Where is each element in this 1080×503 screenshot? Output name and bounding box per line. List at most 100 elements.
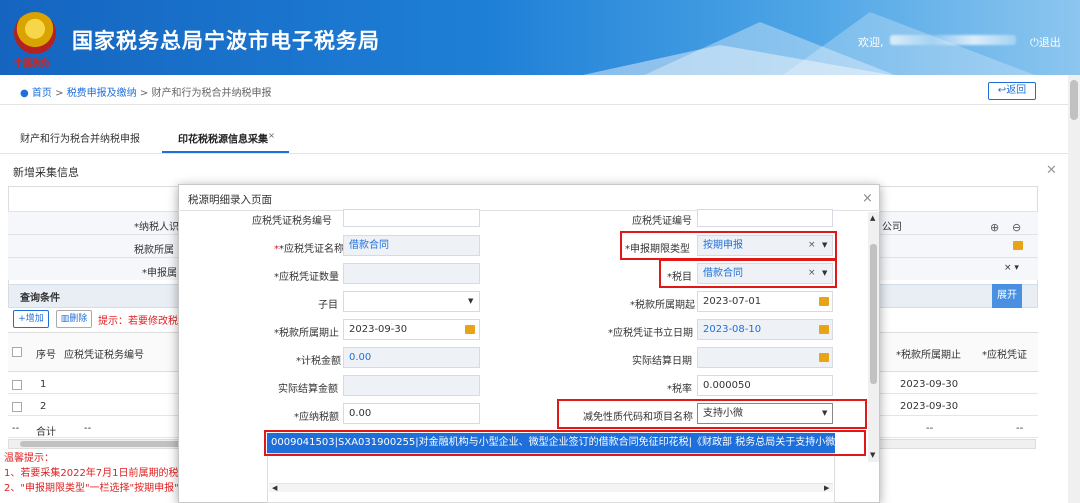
row-checkbox[interactable] <box>12 402 22 412</box>
scroll-right-icon[interactable]: ▶ <box>824 484 829 492</box>
highlight-box <box>620 231 837 260</box>
expand-button[interactable]: 展开 <box>992 284 1022 308</box>
emblem-caption: 中国税务 <box>14 59 51 69</box>
delete-button[interactable]: ▥删除 <box>56 310 92 328</box>
tax-payable-label: *应纳税额 <box>294 412 339 423</box>
voucher-tax-no-input[interactable] <box>343 209 480 227</box>
sign-date-input[interactable]: 2023-08-10 <box>697 319 833 340</box>
panel-title: 新增采集信息 <box>13 166 79 179</box>
trash-icon: ▥ <box>60 314 70 324</box>
tab-property-behavior-tax[interactable]: 财产和行为税合并纳税申报 <box>20 130 140 145</box>
calendar-icon[interactable] <box>819 297 829 306</box>
add-label: 增加 <box>25 314 44 324</box>
settle-date-input[interactable] <box>697 347 833 368</box>
period-end-label: *税款所属期止 <box>274 328 339 339</box>
tax-payable-field: 0.00 <box>343 403 480 424</box>
highlight-box <box>659 259 837 288</box>
breadcrumb-separator: > <box>139 88 149 99</box>
tab-label: 印花税税源信息采集 <box>178 134 268 146</box>
query-title: 查询条件 <box>20 293 60 304</box>
tax-rate-label: *税率 <box>667 384 692 395</box>
dialog-title: 税源明细录入页面 <box>188 194 272 206</box>
row-date: 2023-09-30 <box>900 401 959 412</box>
voucher-name-field: 借款合同 <box>343 235 480 256</box>
exit-link[interactable]: ⏻退出 <box>1030 34 1061 50</box>
tax-base-label: *计税金额 <box>296 356 341 367</box>
breadcrumb-level2: 财产和行为税合并纳税申报 <box>151 88 272 99</box>
bg-label: *申报属 <box>142 268 177 279</box>
tab-stamp-tax-source[interactable]: 印花税税源信息采集× <box>178 130 275 145</box>
tax-emblem-logo <box>14 12 56 54</box>
col-header-voucher-tax-no: 应税凭证税务编号 <box>64 350 144 361</box>
row-date: 2023-09-30 <box>900 379 959 390</box>
calendar-icon[interactable] <box>819 325 829 334</box>
page-vertical-scrollbar[interactable] <box>1068 75 1080 503</box>
dropdown-panel <box>267 453 835 503</box>
sign-date-label: *应税凭证书立日期 <box>608 328 693 339</box>
delete-label: 删除 <box>69 314 88 324</box>
row-no: 2 <box>40 401 47 412</box>
exit-label: 退出 <box>1038 36 1061 49</box>
breadcrumb-level1[interactable]: 税费申报及缴纳 <box>67 88 137 99</box>
tax-rate-field: 0.000050 <box>697 375 833 396</box>
highlight-box <box>557 399 867 429</box>
scrollbar-thumb[interactable] <box>1070 80 1078 120</box>
plus-icon: + <box>18 314 26 324</box>
scroll-down-icon[interactable]: ▼ <box>870 451 875 459</box>
row-checkbox[interactable] <box>12 380 22 390</box>
panel-close-icon[interactable]: ✕ <box>1046 163 1057 178</box>
chevron-down-icon[interactable]: ▼ <box>468 297 473 305</box>
total-label: 合计 <box>36 427 56 438</box>
power-icon: ⏻ <box>1030 36 1039 49</box>
row-no: 1 <box>40 379 47 390</box>
sub-item-select[interactable] <box>343 291 480 312</box>
dropdown-horizontal-scrollbar[interactable] <box>269 483 833 492</box>
breadcrumb: ● 首页 > 税费申报及缴纳 > 财产和行为税合并纳税申报 <box>20 84 271 99</box>
tab-close-icon[interactable]: × <box>268 130 275 140</box>
dialog-close-icon[interactable]: × <box>862 191 873 206</box>
return-icon: ↩ <box>997 85 1007 96</box>
settle-amount-label: 实际结算金额 <box>278 384 338 395</box>
voucher-no-label: 应税凭证编号 <box>632 216 692 227</box>
breadcrumb-home[interactable]: 首页 <box>32 88 52 99</box>
sub-item-label: 子目 <box>318 300 338 311</box>
total-dash: -- <box>12 423 20 434</box>
period-end-input[interactable]: 2023-09-30 <box>343 319 480 340</box>
total-cell: -- <box>1016 423 1024 434</box>
bg-label: 税款所属 <box>134 245 174 256</box>
zoom-in-icon[interactable]: ⊕ <box>990 221 999 234</box>
scroll-left-icon[interactable]: ◀ <box>272 484 277 492</box>
bg-label: *纳税人识 <box>134 222 179 233</box>
total-cell: -- <box>84 423 92 434</box>
edit-hint: 提示：若要修改税 <box>98 316 178 327</box>
voucher-no-input[interactable] <box>697 209 833 227</box>
user-name-redacted <box>890 35 1016 45</box>
calendar-icon[interactable] <box>819 353 829 362</box>
site-title: 国家税务总局宁波市电子税务局 <box>72 29 380 53</box>
breadcrumb-separator: > <box>55 88 64 99</box>
total-cell: -- <box>926 423 934 434</box>
voucher-tax-no-label: 应税凭证税务编号 <box>252 216 332 227</box>
back-button[interactable]: ↩返回 <box>988 82 1036 100</box>
tax-base-field: 0.00 <box>343 347 480 368</box>
scrollbar-thumb[interactable] <box>870 244 877 384</box>
col-header-voucher: *应税凭证 <box>982 350 1027 361</box>
zoom-out-icon[interactable]: ⊖ <box>1012 221 1021 234</box>
welcome-text: 欢迎, <box>858 36 884 49</box>
label-text: *应税凭证名称 <box>279 244 344 255</box>
period-start-input[interactable]: 2023-07-01 <box>697 291 833 312</box>
col-header-period-end: *税款所属期止 <box>896 350 961 361</box>
calendar-icon[interactable] <box>1013 241 1023 250</box>
scroll-up-icon[interactable]: ▲ <box>870 214 875 222</box>
settle-amount-input[interactable] <box>343 375 480 396</box>
add-button[interactable]: +增加 <box>13 310 49 328</box>
voucher-qty-input[interactable] <box>343 263 480 284</box>
tab-bar <box>0 118 1068 154</box>
active-tab-indicator <box>162 151 289 153</box>
calendar-icon[interactable] <box>465 325 475 334</box>
select-all-checkbox[interactable] <box>12 347 22 357</box>
voucher-name-label: **应税凭证名称 <box>274 244 344 255</box>
bg-right-text: 公司 <box>882 222 902 233</box>
clear-select-icon[interactable]: × ▾ <box>1004 263 1019 273</box>
col-header-no: 序号 <box>36 350 56 361</box>
